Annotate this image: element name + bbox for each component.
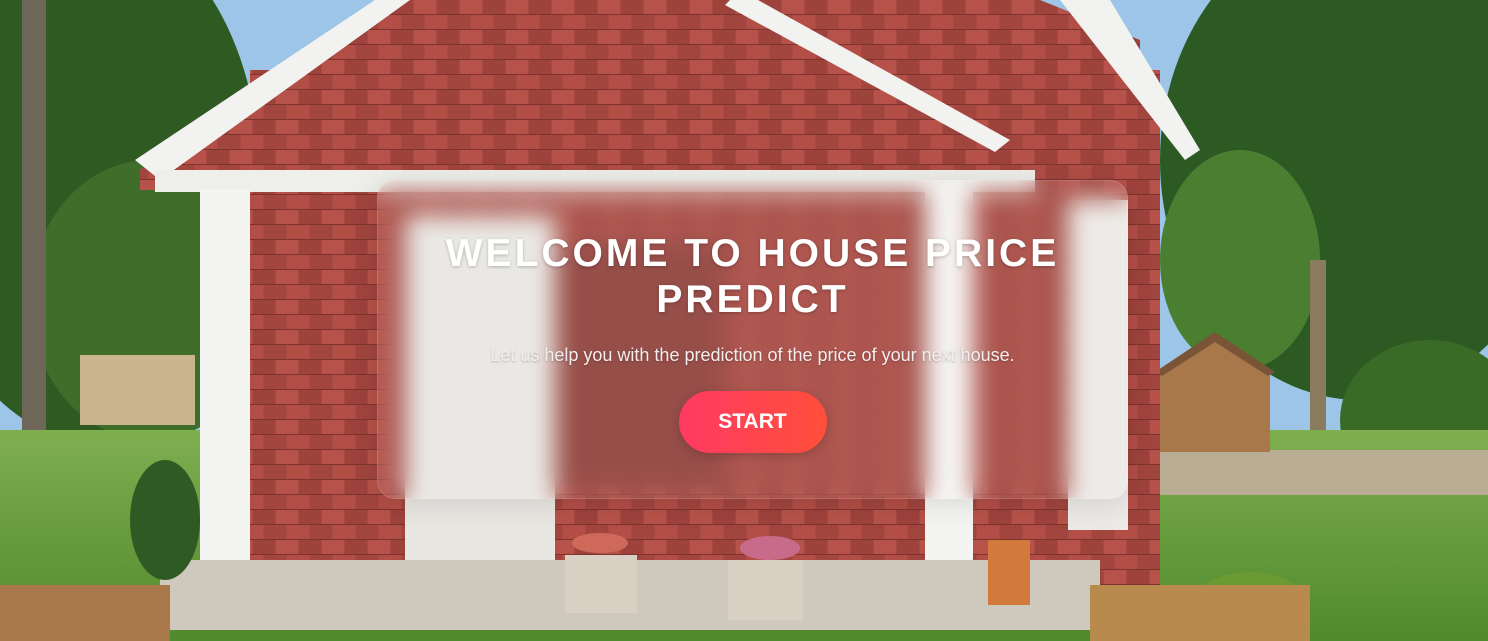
hero-card: WELCOME TO HOUSE PRICE PREDICT Let us he…: [377, 180, 1128, 499]
hero-title: WELCOME TO HOUSE PRICE PREDICT: [445, 232, 1060, 321]
hero-subtitle: Let us help you with the prediction of t…: [490, 345, 1015, 365]
start-button[interactable]: START: [678, 391, 827, 453]
